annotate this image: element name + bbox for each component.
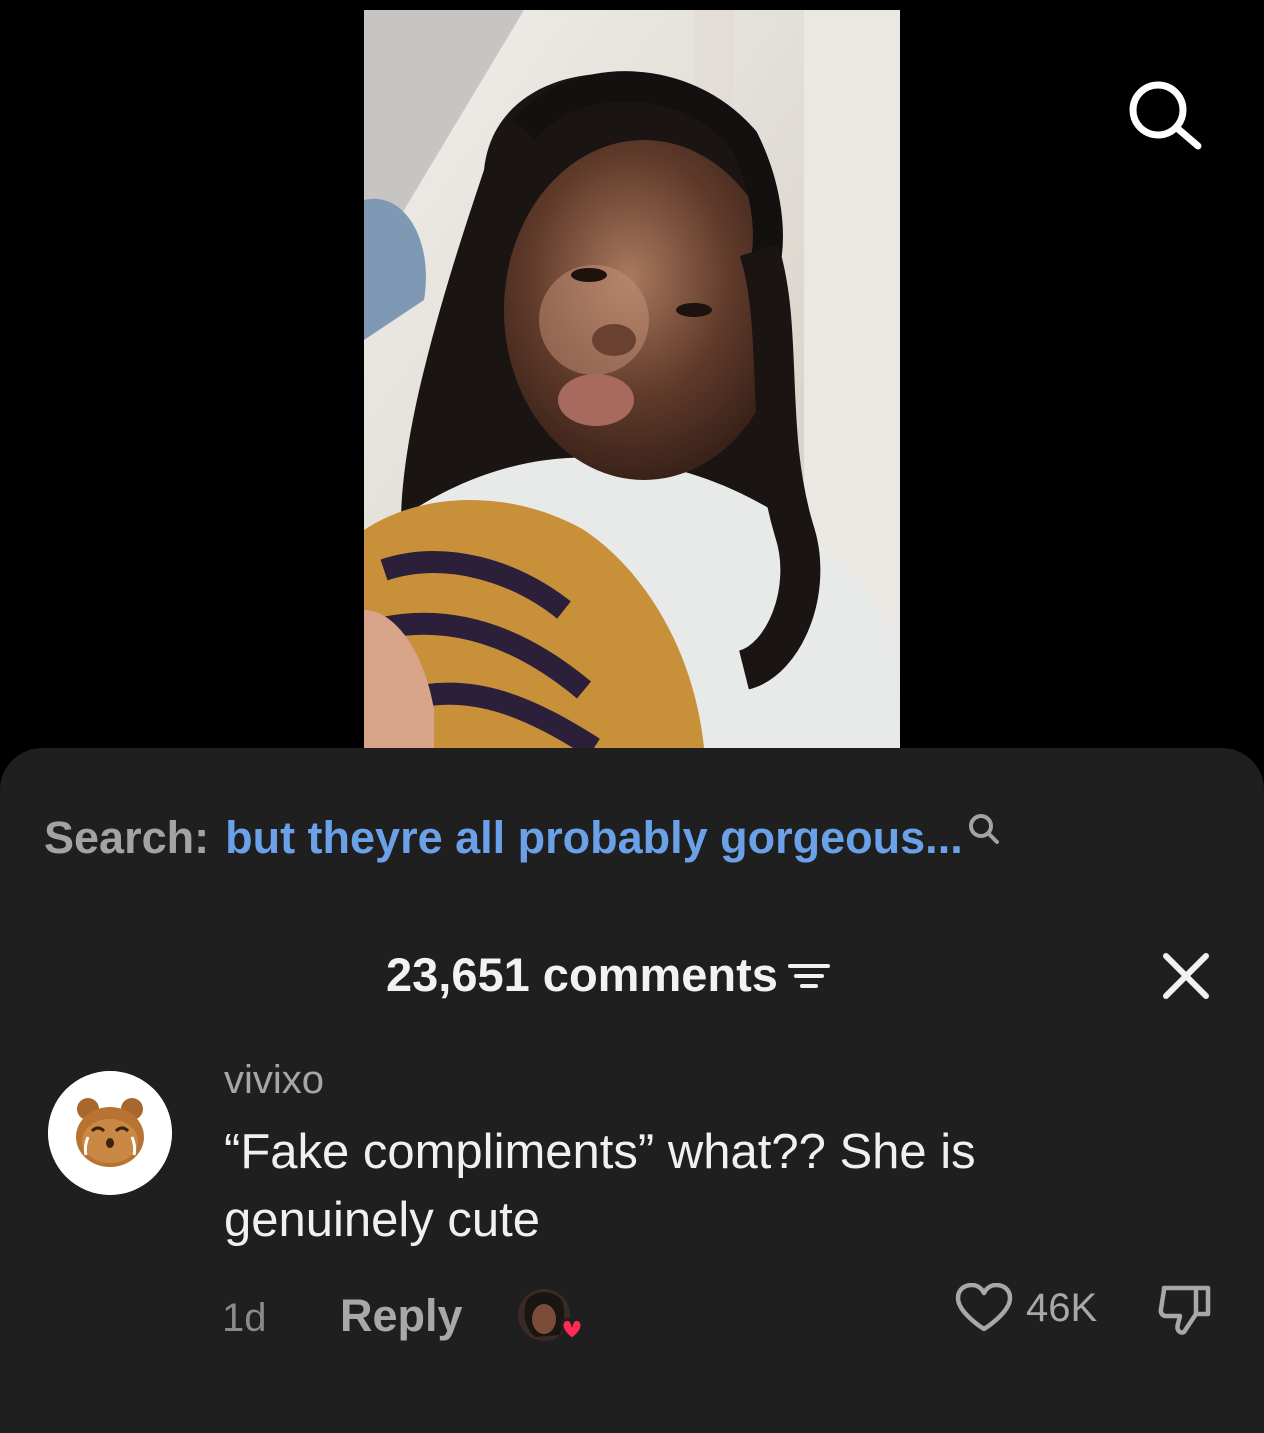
search-query-link[interactable]: but theyre all probably gorgeous... (225, 812, 963, 864)
comments-count-header: 23,651 comments (386, 944, 832, 1004)
heart-outline-icon[interactable] (954, 1283, 1014, 1333)
comments-count: 23,651 comments (386, 947, 778, 1001)
video-frame-image (364, 10, 900, 748)
like-button[interactable]: 46K (954, 1283, 1097, 1333)
like-count: 46K (1026, 1285, 1098, 1330)
search-suggestion[interactable]: Search: but theyre all probably gorgeous… (44, 808, 1001, 868)
comment-username[interactable]: vivixo (224, 1058, 324, 1103)
search-mini-icon (968, 814, 999, 844)
video-player[interactable] (364, 10, 900, 748)
comment-text: “Fake compliments” what?? She is genuine… (224, 1125, 976, 1247)
creator-liked-heart-icon (516, 1285, 590, 1347)
search-icon[interactable] (1124, 78, 1208, 154)
screen: Search: but theyre all probably gorgeous… (0, 0, 1264, 1433)
reply-button[interactable]: Reply (340, 1290, 463, 1342)
search-label: Search: (44, 812, 210, 863)
filter-icon[interactable] (786, 961, 832, 993)
close-icon[interactable] (1160, 950, 1212, 1002)
next-comment-peek (224, 1420, 424, 1433)
thumbs-down-icon[interactable] (1156, 1282, 1216, 1338)
bear-avatar-icon[interactable] (48, 1071, 172, 1195)
comment-timestamp: 1d (222, 1296, 267, 1340)
